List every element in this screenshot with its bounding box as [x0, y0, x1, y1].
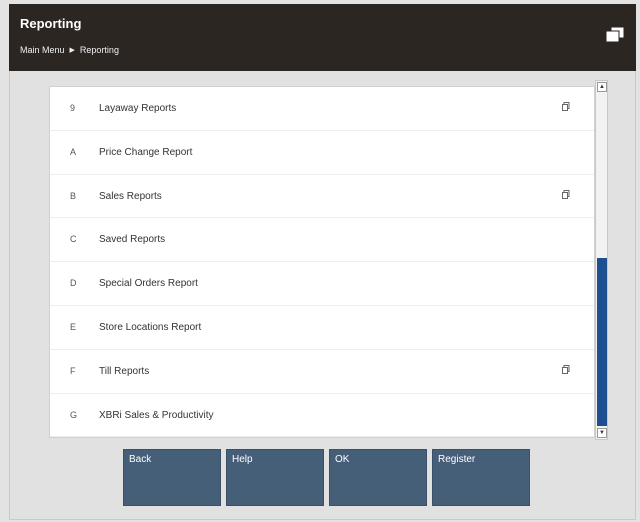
menu-item-key: G: [70, 409, 78, 420]
scroll-down-arrow-icon[interactable]: ▼: [597, 428, 607, 438]
menu-item-saved-reports[interactable]: C Saved Reports: [50, 218, 594, 263]
submenu-icon: [562, 102, 570, 111]
breadcrumb-reporting: Reporting: [79, 45, 119, 55]
vertical-scrollbar[interactable]: ▲ ▼: [595, 80, 608, 440]
breadcrumb-main-menu[interactable]: Main Menu: [20, 45, 65, 55]
register-button[interactable]: Register: [432, 449, 530, 506]
scroll-up-arrow-icon[interactable]: ▲: [597, 82, 607, 92]
menu-item-label: Store Locations Report: [99, 321, 202, 333]
windows-icon[interactable]: [604, 26, 626, 44]
menu-list: 9 Layaway Reports A Price Change Report …: [49, 86, 595, 438]
submenu-icon: [562, 189, 570, 199]
breadcrumb: Main Menu ▶ Reporting: [20, 45, 119, 55]
menu-item-key: F: [70, 365, 76, 376]
submenu-icon: [562, 364, 570, 374]
menu-item-special-orders-report[interactable]: D Special Orders Report: [50, 262, 594, 306]
menu-item-label: XBRi Sales & Productivity: [99, 409, 214, 421]
ok-button[interactable]: OK: [329, 449, 427, 506]
menu-item-label: Sales Reports: [99, 190, 162, 202]
button-bar: Back Help OK Register: [123, 449, 530, 506]
menu-item-sales-reports[interactable]: B Sales Reports: [50, 175, 594, 219]
page-title: Reporting: [20, 16, 82, 31]
back-button[interactable]: Back: [123, 449, 221, 506]
menu-item-key: 9: [70, 103, 76, 113]
menu-item-layaway-reports[interactable]: 9 Layaway Reports: [50, 87, 594, 131]
menu-item-label: Price Change Report: [99, 146, 193, 158]
menu-item-key: C: [70, 234, 77, 245]
menu-item-till-reports[interactable]: F Till Reports: [50, 350, 594, 394]
menu-item-label: Saved Reports: [99, 234, 166, 246]
menu-item-xbri-sales-productivity[interactable]: G XBRi Sales & Productivity: [50, 394, 594, 437]
menu-item-label: Layaway Reports: [99, 103, 177, 114]
menu-item-key: E: [70, 321, 77, 332]
scroll-thumb[interactable]: [597, 258, 607, 426]
menu-item-key: D: [70, 278, 77, 289]
help-button[interactable]: Help: [226, 449, 324, 506]
menu-item-key: A: [70, 146, 77, 157]
menu-item-store-locations-report[interactable]: E Store Locations Report: [50, 306, 594, 350]
menu-item-price-change-report[interactable]: A Price Change Report: [50, 131, 594, 175]
menu-item-label: Special Orders Report: [99, 278, 198, 290]
header-bar: Reporting Main Menu ▶ Reporting: [9, 4, 636, 71]
menu-item-label: Till Reports: [99, 365, 150, 377]
menu-item-key: B: [70, 190, 77, 201]
breadcrumb-arrow-icon: ▶: [69, 47, 75, 54]
